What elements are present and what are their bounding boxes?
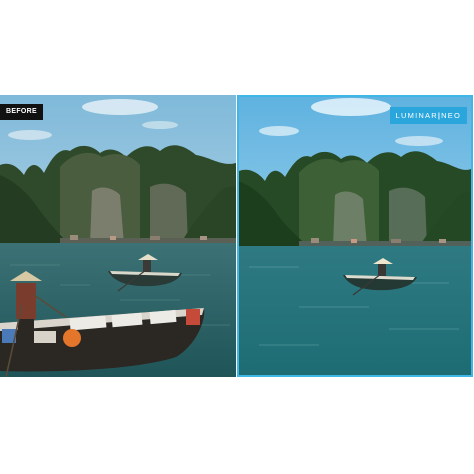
brand-separator: |: [437, 111, 442, 120]
before-after-comparison: BEFORE LUMINAR|NEO: [0, 0, 474, 474]
after-photo: [239, 97, 471, 375]
before-photo-panel: BEFORE: [0, 95, 236, 377]
before-label: BEFORE: [0, 104, 43, 120]
after-photo-panel: LUMINAR|NEO: [237, 95, 473, 377]
brand-primary: LUMINAR: [395, 111, 438, 120]
brand-secondary: NEO: [441, 111, 461, 120]
luminar-neo-badge: LUMINAR|NEO: [389, 107, 467, 124]
before-photo: [0, 95, 236, 377]
